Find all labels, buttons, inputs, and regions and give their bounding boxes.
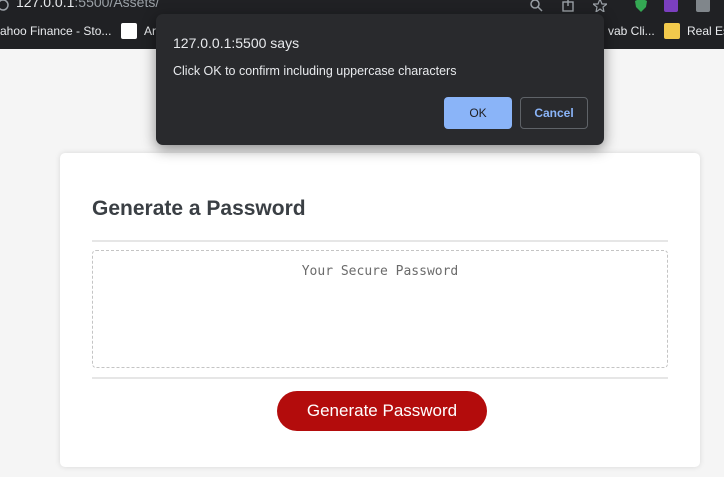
generate-password-button[interactable]: Generate Password — [277, 391, 487, 431]
search-icon[interactable] — [529, 0, 543, 12]
site-info-icon[interactable] — [0, 0, 10, 12]
password-placeholder: Your Secure Password — [301, 264, 459, 279]
bookmark-real-estate[interactable]: Real Es — [687, 24, 724, 38]
bookmark-star-icon[interactable] — [593, 0, 607, 12]
cancel-button[interactable]: Cancel — [520, 97, 588, 129]
share-icon[interactable] — [561, 0, 575, 12]
bookmark-yahoo-finance[interactable]: ahoo Finance - Sto... — [0, 24, 111, 38]
confirm-dialog: 127.0.0.1:5500 says Click OK to confirm … — [156, 14, 604, 145]
card-title: Generate a Password — [92, 197, 306, 220]
folder-icon — [664, 23, 680, 39]
bookmark-schwab[interactable]: vab Cli... — [608, 24, 655, 38]
dialog-title: 127.0.0.1:5500 says — [173, 35, 300, 51]
extension-purple-icon[interactable] — [664, 0, 678, 12]
url-path: :5500/Assets/ — [74, 0, 160, 10]
url-host: 127.0.0.1 — [16, 0, 75, 10]
address-bar[interactable]: 127.0.0.1:5500/Assets/ — [0, 0, 724, 15]
extension-shield-icon[interactable] — [634, 0, 648, 12]
bottom-divider — [92, 377, 668, 379]
ok-button[interactable]: OK — [444, 97, 512, 129]
password-textarea[interactable]: Your Secure Password — [92, 250, 668, 368]
bookmark-amazon[interactable]: Ar — [144, 24, 156, 38]
top-divider — [92, 240, 668, 242]
amazon-icon — [121, 23, 137, 39]
url-text[interactable]: 127.0.0.1:5500/Assets/ — [16, 0, 159, 10]
password-card: Generate a Password Your Secure Password… — [60, 153, 700, 467]
profile-icon[interactable] — [696, 0, 710, 12]
dialog-message: Click OK to confirm including uppercase … — [173, 64, 457, 78]
